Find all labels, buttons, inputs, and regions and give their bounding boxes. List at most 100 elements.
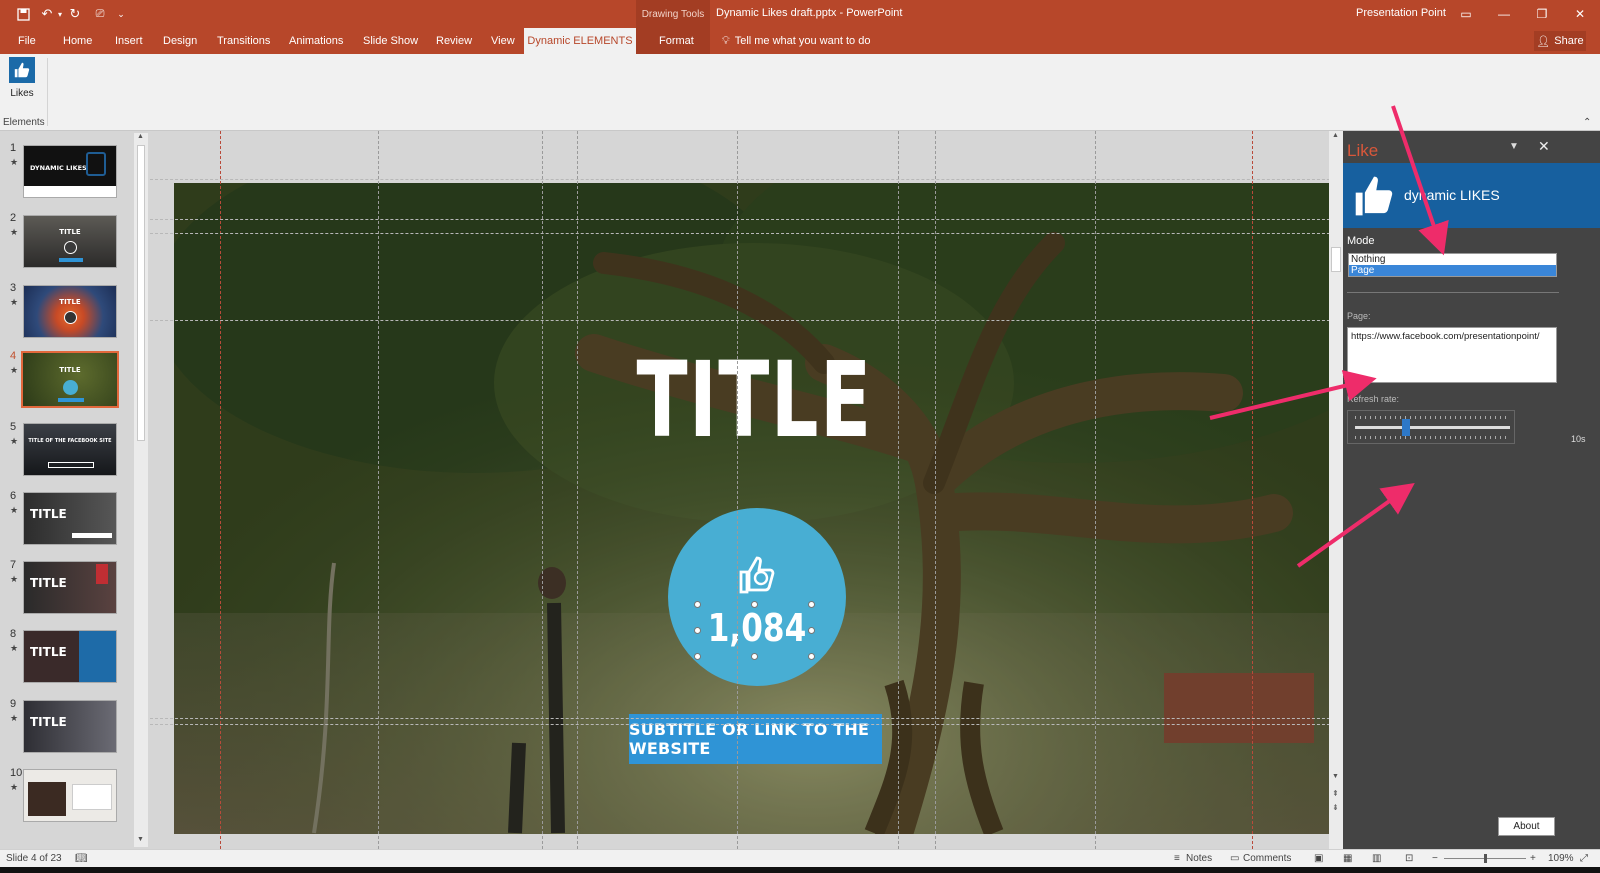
tab-home[interactable]: Home: [61, 28, 94, 54]
guide-line[interactable]: [150, 219, 1350, 220]
zoom-slider[interactable]: [1444, 854, 1526, 863]
slide-sorter-icon[interactable]: ▦: [1343, 853, 1352, 864]
next-slide-icon[interactable]: ⇟: [1332, 803, 1339, 812]
scroll-down-icon[interactable]: ▼: [137, 836, 144, 843]
guide-line[interactable]: [150, 320, 1350, 321]
slide-thumbnail[interactable]: TITLE: [23, 561, 117, 614]
slide-thumbnail[interactable]: DYNAMIC LIKES: [23, 145, 117, 198]
collapse-ribbon-icon[interactable]: ⌃: [1583, 117, 1591, 128]
likes-button[interactable]: Likes: [6, 57, 38, 105]
tab-transitions[interactable]: Transitions: [215, 28, 272, 54]
scroll-up-icon[interactable]: ▲: [1332, 132, 1339, 139]
thumbnail-scrollbar[interactable]: ▲ ▼: [134, 133, 148, 847]
resize-handle[interactable]: [808, 627, 815, 634]
share-button[interactable]: 👤︎ Share: [1534, 31, 1586, 51]
previous-slide-icon[interactable]: ⇞: [1332, 789, 1339, 798]
guide-line[interactable]: [1095, 131, 1096, 849]
normal-view-icon[interactable]: ▣: [1314, 853, 1323, 864]
slide-thumbnail[interactable]: TITLE: [23, 630, 117, 683]
mode-option-page[interactable]: Page: [1349, 265, 1556, 276]
slide-thumbnail[interactable]: TITLE: [23, 285, 117, 338]
reading-view-icon[interactable]: ▥: [1372, 853, 1381, 864]
scroll-up-icon[interactable]: ▲: [137, 133, 144, 140]
undo-icon[interactable]: ↶: [38, 5, 56, 23]
close-window-icon[interactable]: ✕: [1564, 4, 1596, 24]
about-button[interactable]: About: [1498, 817, 1555, 836]
slide-thumbnail[interactable]: TITLE: [23, 700, 117, 753]
subtitle-link-box[interactable]: SUBTITLE OR LINK TO THE WEBSITE: [629, 714, 882, 764]
restore-icon[interactable]: ❐: [1526, 4, 1558, 24]
resize-handle[interactable]: [751, 653, 758, 660]
slider-thumb[interactable]: [1402, 419, 1411, 436]
like-counter-circle[interactable]: 1,084: [668, 508, 846, 686]
mode-option-nothing[interactable]: Nothing: [1349, 254, 1556, 265]
guide-line[interactable]: [898, 131, 899, 849]
tab-dynamic-elements[interactable]: Dynamic ELEMENTS: [524, 28, 636, 54]
guide-line[interactable]: [378, 131, 379, 849]
resize-handle[interactable]: [694, 627, 701, 634]
resize-handle[interactable]: [808, 653, 815, 660]
document-title: Dynamic Likes draft.pptx - PowerPoint: [716, 7, 903, 19]
notes-button[interactable]: Notes: [1186, 853, 1212, 864]
slide-thumbnail[interactable]: TITLE: [23, 492, 117, 545]
tell-me-search[interactable]: 💡︎ Tell me what you want to do: [722, 28, 870, 54]
scrollbar-thumb[interactable]: [137, 145, 145, 441]
presenter-icon[interactable]: ⎚: [90, 5, 110, 23]
resize-handle[interactable]: [751, 601, 758, 608]
slide-thumbnail[interactable]: TITLE: [23, 215, 117, 268]
guide-line[interactable]: [220, 131, 221, 849]
pane-options-icon[interactable]: ▼: [1509, 141, 1519, 152]
slide[interactable]: TITLE 1,084 SUBTITLE OR LINK TO THE WEBS…: [174, 183, 1335, 834]
resize-handle[interactable]: [694, 653, 701, 660]
tab-format[interactable]: Format: [657, 28, 696, 54]
slide-thumbnail[interactable]: [23, 769, 117, 822]
tab-slide-show[interactable]: Slide Show: [361, 28, 420, 54]
fit-slide-icon[interactable]: ⤢: [1580, 853, 1588, 864]
undo-dropdown-icon[interactable]: ▾: [56, 5, 64, 23]
slide-title[interactable]: TITLE: [337, 339, 1173, 461]
canvas-scrollbar[interactable]: ▲ ▼ ⇞ ⇟: [1329, 131, 1343, 849]
guide-line[interactable]: [150, 724, 1350, 725]
spelling-icon[interactable]: 📖︎: [75, 853, 88, 864]
zoom-in-icon[interactable]: +: [1530, 853, 1536, 864]
guide-line[interactable]: [737, 131, 738, 849]
notes-icon[interactable]: ≡: [1174, 853, 1180, 864]
guide-line[interactable]: [542, 131, 543, 849]
scroll-down-icon[interactable]: ▼: [1332, 773, 1339, 780]
comments-icon[interactable]: ▭: [1230, 853, 1239, 864]
guide-line[interactable]: [1252, 131, 1253, 849]
tab-file[interactable]: File: [16, 28, 38, 54]
guide-line[interactable]: [150, 179, 1350, 180]
redo-icon[interactable]: ↻: [66, 5, 84, 23]
scrollbar-thumb[interactable]: [1331, 247, 1341, 272]
tab-insert[interactable]: Insert: [113, 28, 145, 54]
zoom-out-icon[interactable]: −: [1432, 853, 1438, 864]
pane-divider: [1347, 292, 1559, 293]
ribbon-display-icon[interactable]: ▭: [1450, 4, 1482, 24]
zoom-level[interactable]: 109%: [1548, 853, 1574, 864]
guide-line[interactable]: [150, 718, 1350, 719]
customize-qat-icon[interactable]: ⌄: [114, 5, 128, 23]
save-icon[interactable]: [14, 5, 32, 23]
minimize-icon[interactable]: —: [1488, 4, 1520, 24]
tab-view[interactable]: View: [489, 28, 517, 54]
slider-track[interactable]: [1355, 426, 1510, 429]
slide-thumbnail-selected[interactable]: TITLE: [21, 351, 119, 408]
guide-line[interactable]: [150, 233, 1350, 234]
comments-button[interactable]: Comments: [1243, 853, 1291, 864]
resize-handle[interactable]: [694, 601, 701, 608]
tab-review[interactable]: Review: [434, 28, 474, 54]
refresh-rate-slider[interactable]: [1347, 410, 1515, 444]
account-name[interactable]: Presentation Point: [1356, 7, 1446, 19]
close-pane-icon[interactable]: ✕: [1538, 138, 1550, 155]
tab-animations[interactable]: Animations: [287, 28, 345, 54]
page-url-input[interactable]: https://www.facebook.com/presentationpoi…: [1347, 327, 1557, 383]
guide-line[interactable]: [577, 131, 578, 849]
mode-listbox[interactable]: Nothing Page: [1348, 253, 1557, 277]
slideshow-view-icon[interactable]: ⊡: [1405, 853, 1413, 864]
tab-design[interactable]: Design: [161, 28, 199, 54]
guide-line[interactable]: [935, 131, 936, 849]
slide-thumbnail[interactable]: TITLE OF THE FACEBOOK SITE: [23, 423, 117, 476]
resize-handle[interactable]: [808, 601, 815, 608]
zoom-slider-thumb[interactable]: [1484, 854, 1487, 863]
